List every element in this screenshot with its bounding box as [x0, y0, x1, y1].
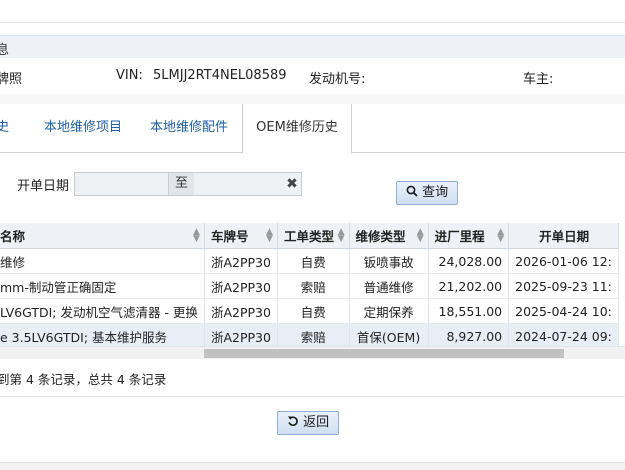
sort-icon: ▲ ▼: [193, 227, 200, 244]
repair-history-table: 名称 ▲ ▼ 车牌号 ▲ ▼ 工单类型 ▲ ▼ 维修类型 ▲ ▼ 进厂里程 ▲ ▼ 开单日期 维修 …: [0, 223, 625, 358]
back-button[interactable]: 返回: [277, 411, 339, 435]
scrollbar-thumb[interactable]: [204, 349, 564, 358]
owner-label: 车主:: [523, 72, 554, 87]
tab-oem-repair-history[interactable]: OEM维修历史: [242, 104, 352, 154]
back-button-label: 返回: [303, 415, 330, 430]
cell-order-type: 自费: [277, 298, 350, 324]
cell-plate: 浙A2PP30: [204, 323, 278, 349]
cell-mileage: 8,927.00: [428, 323, 510, 349]
cell-plate: 浙A2PP30: [204, 298, 278, 324]
query-button-label: 查询: [422, 185, 449, 200]
cell-plate: 浙A2PP30: [204, 248, 278, 274]
plate-label: 牌照: [0, 72, 23, 87]
close-icon[interactable]: ✖: [283, 173, 301, 195]
cell-repair-type: 普通维修: [349, 273, 429, 299]
column-header-plate[interactable]: 车牌号 ▲ ▼: [204, 223, 278, 249]
cell-open-date: 2026-01-06 12:: [508, 248, 619, 274]
cell-plate: 浙A2PP30: [204, 273, 278, 299]
vehicle-info-row: 牌照 VIN: 5LMJJ2RT4NEL08589 发动机号: 车主:: [0, 58, 625, 95]
cell-name: 维修: [0, 248, 205, 274]
column-header-repair-type[interactable]: 维修类型 ▲ ▼: [349, 223, 429, 249]
undo-icon: [287, 415, 303, 430]
tab-history[interactable]: 史: [0, 104, 9, 152]
column-header-open-date[interactable]: 开单日期: [508, 223, 619, 249]
vin-value: 5LMJJ2RT4NEL08589: [153, 68, 287, 83]
cell-order-type: 索赔: [277, 273, 350, 299]
date-to-input[interactable]: [194, 173, 282, 195]
tab-local-repair-parts[interactable]: 本地维修配件: [150, 104, 228, 152]
sort-icon: ▲ ▼: [266, 227, 273, 244]
column-header-name[interactable]: 名称 ▲ ▼: [0, 223, 205, 249]
table-row-selected[interactable]: e 3.5LV6GTDI; 基本维护服务 浙A2PP30 索赔 首保(OEM) …: [0, 323, 619, 349]
cell-name: mm-制动管正确固定: [0, 273, 205, 299]
date-separator: 至: [168, 173, 195, 195]
cell-open-date: 2025-09-23 11:: [508, 273, 619, 299]
top-bar: [0, 0, 625, 23]
engine-number-label: 发动机号:: [309, 72, 366, 87]
cell-name: e 3.5LV6GTDI; 基本维护服务: [0, 323, 205, 349]
query-button[interactable]: 查询: [396, 181, 458, 205]
sort-icon: ▲ ▼: [337, 227, 345, 244]
date-from-input[interactable]: [75, 173, 167, 195]
open-date-label: 开单日期: [17, 179, 70, 194]
column-header-mileage[interactable]: 进厂里程 ▲ ▼: [428, 223, 510, 249]
cell-open-date: 2025-04-24 10:: [508, 298, 619, 324]
cell-name: LV6GTDI; 发动机空气滤清器 - 更换: [0, 298, 205, 324]
cell-order-type: 自费: [277, 248, 350, 274]
column-header-order-type[interactable]: 工单类型 ▲ ▼: [277, 223, 350, 249]
vin-label: VIN:: [116, 68, 143, 83]
tab-local-repair-items[interactable]: 本地维修项目: [44, 104, 122, 152]
cell-mileage: 24,028.00: [428, 248, 510, 274]
section-title: 息: [0, 43, 10, 58]
divider: [0, 396, 625, 397]
sort-icon: ▲ ▼: [416, 227, 424, 244]
tab-bar: 史 本地维修项目 本地维修配件 OEM维修历史: [0, 104, 625, 154]
sort-icon: ▲ ▼: [497, 227, 505, 244]
table-row[interactable]: 维修 浙A2PP30 自费 钣喷事故 24,028.00 2026-01-06 …: [0, 248, 619, 274]
cell-open-date: 2024-07-24 09:: [508, 323, 619, 349]
search-icon: [406, 185, 422, 200]
date-range: 至 ✖: [74, 172, 302, 196]
vehicle-info-header: 息: [0, 35, 625, 59]
cell-repair-type: 首保(OEM): [349, 323, 429, 349]
cell-repair-type: 定期保养: [349, 298, 429, 324]
cell-repair-type: 钣喷事故: [349, 248, 429, 274]
cell-order-type: 索赔: [277, 323, 350, 349]
cell-mileage: 21,202.00: [428, 273, 510, 299]
horizontal-scrollbar[interactable]: [0, 346, 625, 359]
cell-mileage: 18,551.00: [428, 298, 510, 324]
table-header-row: 名称 ▲ ▼ 车牌号 ▲ ▼ 工单类型 ▲ ▼ 维修类型 ▲ ▼ 进厂里程 ▲ ▼ 开单日期: [0, 223, 619, 249]
table-row[interactable]: mm-制动管正确固定 浙A2PP30 索赔 普通维修 21,202.00 202…: [0, 273, 619, 299]
pager-info: 到第 4 条记录，总共 4 条记录: [0, 372, 167, 387]
table-row[interactable]: LV6GTDI; 发动机空气滤清器 - 更换 浙A2PP30 自费 定期保养 1…: [0, 298, 619, 324]
